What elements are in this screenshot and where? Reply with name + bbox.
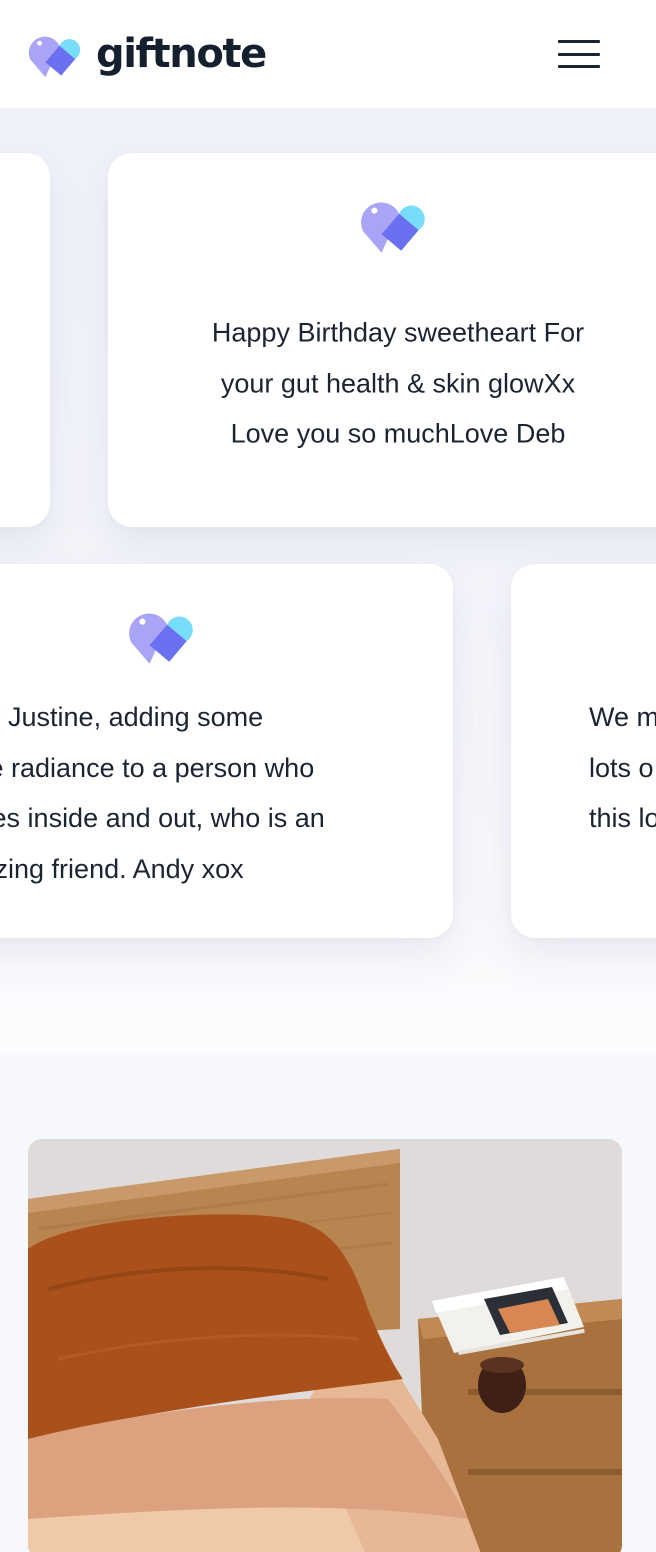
gift-notes-carousel: Happy Birthday sweetheart For your gut h…: [0, 108, 656, 1053]
note-card: Dear Justine, adding some more radiance …: [0, 564, 453, 938]
note-card: Happy Birthday sweetheart For your gut h…: [108, 153, 656, 527]
note-message: We m lots o this lo: [589, 702, 656, 833]
heart-icon: [129, 613, 193, 664]
note-card-partial-right: We m lots o this lo: [511, 564, 656, 938]
site-header: giftnote: [0, 0, 656, 108]
note-message: Happy Birthday sweetheart For your gut h…: [211, 317, 585, 449]
brand-name: giftnote: [96, 31, 267, 77]
heart-icon: [361, 202, 425, 253]
heart-logo-icon: [28, 36, 81, 78]
bedroom-photo: [28, 1139, 622, 1552]
brand-logo-link[interactable]: giftnote: [28, 29, 267, 79]
note-card-partial-left: [0, 153, 50, 527]
product-section: [0, 1053, 656, 1552]
note-message: Dear Justine, adding some more radiance …: [0, 702, 325, 884]
bedroom-illustration: [28, 1139, 622, 1552]
hamburger-menu-icon[interactable]: [558, 38, 600, 70]
